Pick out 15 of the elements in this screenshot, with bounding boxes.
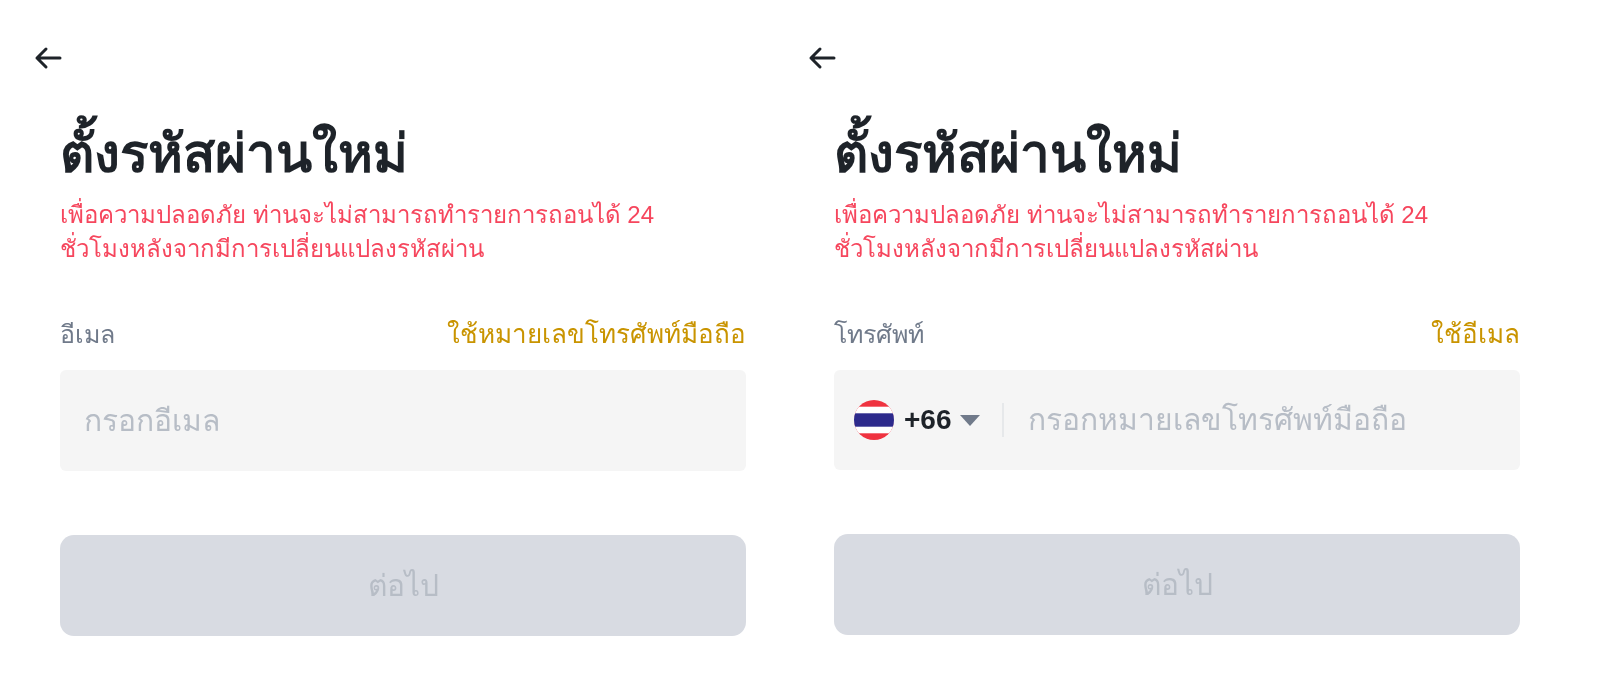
field-label: โทรศัพท์	[834, 319, 924, 350]
security-notice: เพื่อความปลอดภัย ท่านจะไม่สามารถทำรายการถอนได้ 24 ชั่วโมงหลังจากมีการเปลี่ยนแปลงรหัสผ่าน	[834, 198, 1454, 266]
left-arrow-icon[interactable]	[34, 46, 62, 70]
field-label: อีเมล	[60, 319, 115, 350]
switch-method-link[interactable]: ใช้อีเมล	[1431, 318, 1520, 350]
email-input[interactable]: กรอกอีเมล	[60, 370, 746, 471]
security-notice: เพื่อความปลอดภัย ท่านจะไม่สามารถทำรายการถอนได้ 24 ชั่วโมงหลังจากมีการเปลี่ยนแปลงรหัสผ่าน	[60, 198, 680, 266]
phone-number-input[interactable]: กรอกหมายเลขโทรศัพท์มือถือ	[1003, 370, 1520, 470]
switch-method-link[interactable]: ใช้หมายเลขโทรศัพท์มือถือ	[447, 318, 746, 350]
country-code-selector[interactable]: +66	[834, 370, 1002, 470]
caret-down-icon	[959, 414, 980, 426]
flag-icon	[854, 400, 894, 440]
page-title: ตั้งรหัสผ่านใหม่	[828, 114, 1188, 194]
page-title: ตั้งรหัสผ่านใหม่	[54, 114, 414, 194]
left-arrow-icon[interactable]	[808, 46, 836, 70]
